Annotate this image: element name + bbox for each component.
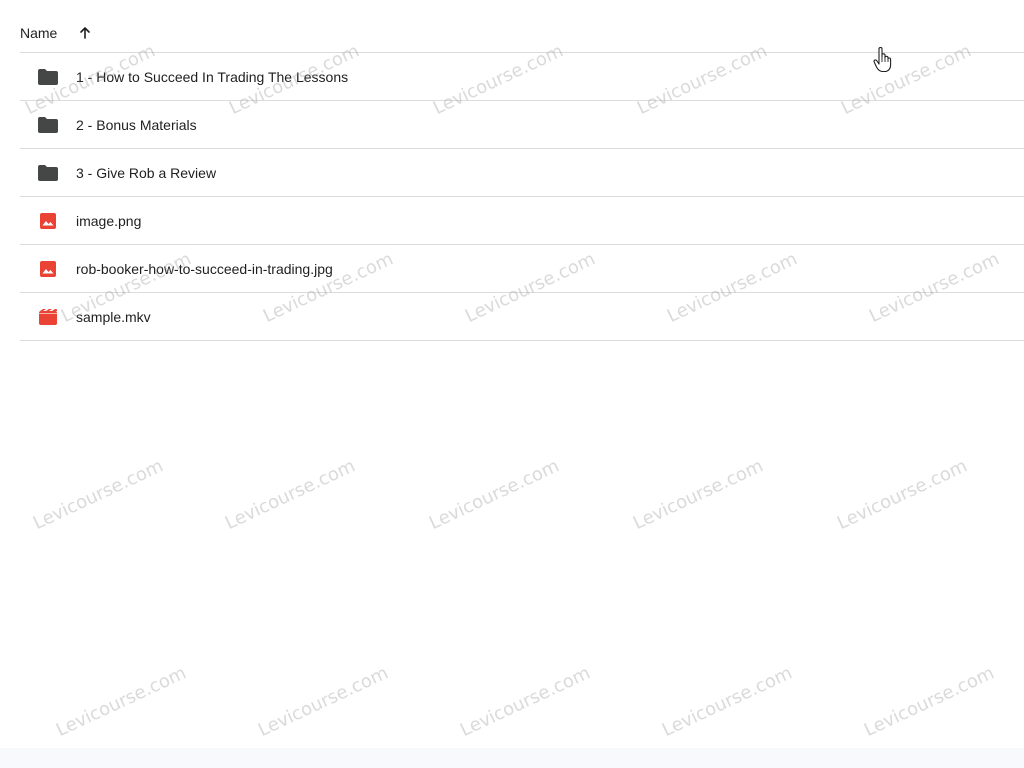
watermark: Levicourse.com xyxy=(255,662,392,742)
watermark: Levicourse.com xyxy=(861,662,998,742)
watermark: Levicourse.com xyxy=(426,455,563,535)
file-row-folder-bonus[interactable]: 2 - Bonus Materials xyxy=(20,101,1024,149)
file-name: sample.mkv xyxy=(76,308,151,325)
folder-icon xyxy=(38,163,58,183)
video-file-icon xyxy=(38,307,58,327)
file-row-image-jpg[interactable]: rob-booker-how-to-succeed-in-trading.jpg xyxy=(20,245,1024,293)
watermark: Levicourse.com xyxy=(834,455,971,535)
watermark: Levicourse.com xyxy=(457,662,594,742)
name-column-header[interactable]: Name xyxy=(20,25,57,41)
arrow-up-icon[interactable] xyxy=(77,25,93,41)
file-name: 1 - How to Succeed In Trading The Lesson… xyxy=(76,68,349,85)
file-name: rob-booker-how-to-succeed-in-trading.jpg xyxy=(76,260,333,277)
image-file-icon xyxy=(38,259,58,279)
file-name: image.png xyxy=(76,212,142,229)
hand-pointer-cursor-icon xyxy=(873,46,893,73)
file-name: 3 - Give Rob a Review xyxy=(76,164,217,181)
image-file-icon xyxy=(38,211,58,231)
watermark: Levicourse.com xyxy=(630,455,767,535)
folder-icon xyxy=(38,115,58,135)
watermark: Levicourse.com xyxy=(30,455,167,535)
folder-icon xyxy=(38,67,58,87)
watermark: Levicourse.com xyxy=(222,455,359,535)
file-row-video-mkv[interactable]: sample.mkv xyxy=(20,293,1024,341)
bottom-strip xyxy=(0,748,1024,768)
watermark: Levicourse.com xyxy=(53,662,190,742)
file-name: 2 - Bonus Materials xyxy=(76,116,197,133)
watermark: Levicourse.com xyxy=(659,662,796,742)
file-row-folder-review[interactable]: 3 - Give Rob a Review xyxy=(20,149,1024,197)
file-browser-page: Name 1 - How to Succeed In Trading The L… xyxy=(0,0,1024,768)
file-row-image-png[interactable]: image.png xyxy=(20,197,1024,245)
